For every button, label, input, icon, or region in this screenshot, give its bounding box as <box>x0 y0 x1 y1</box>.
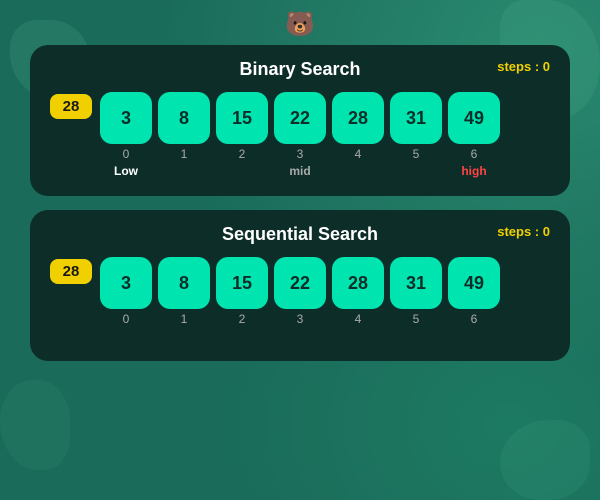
array-cell: 3 <box>100 92 152 144</box>
sequential-search-panel: Sequential Search steps : 0 28 308115222… <box>30 210 570 361</box>
array-item: 81 <box>158 257 210 343</box>
array-cell: 31 <box>390 92 442 144</box>
binary-search-target: 28 <box>50 94 92 119</box>
decoration-blob-br <box>500 420 590 500</box>
array-cell: 8 <box>158 92 210 144</box>
cell-index: 6 <box>471 312 478 326</box>
binary-search-array: 28 30Low81152223mid284315496high <box>50 88 550 178</box>
cell-label: high <box>461 164 486 178</box>
cell-index: 5 <box>413 312 420 326</box>
array-item: 81 <box>158 92 210 178</box>
cell-index: 6 <box>471 147 478 161</box>
cell-index: 3 <box>297 312 304 326</box>
array-item: 49 6 high <box>448 92 500 178</box>
bear-icon: 🐻 <box>285 10 315 39</box>
array-item: 223 <box>274 257 326 343</box>
array-cell: 31 <box>390 257 442 309</box>
array-cell: 28 <box>332 257 384 309</box>
cell-label: Low <box>114 164 138 178</box>
binary-search-title: Binary Search <box>50 59 550 80</box>
binary-search-steps: steps : 0 <box>497 59 550 74</box>
cell-index: 4 <box>355 312 362 326</box>
cell-index: 1 <box>181 312 188 326</box>
sequential-search-steps: steps : 0 <box>497 224 550 239</box>
array-item: 152 <box>216 92 268 178</box>
cell-index: 0 <box>123 147 130 161</box>
array-item: 496 <box>448 257 500 343</box>
cell-label: mid <box>289 164 310 178</box>
array-item: 152 <box>216 257 268 343</box>
array-cell: 49 <box>448 257 500 309</box>
array-cell: 49 <box>448 92 500 144</box>
array-item: 30 <box>100 257 152 343</box>
cell-index: 4 <box>355 147 362 161</box>
array-item: 22 3 mid <box>274 92 326 178</box>
sequential-search-title: Sequential Search <box>50 224 550 245</box>
binary-search-items: 30Low81152223mid284315496high <box>100 92 500 178</box>
array-cell: 15 <box>216 92 268 144</box>
sequential-search-array: 28 3081152223284315496 <box>50 253 550 343</box>
sequential-search-items: 3081152223284315496 <box>100 257 500 343</box>
array-item: 3 0 Low <box>100 92 152 178</box>
cell-index: 1 <box>181 147 188 161</box>
array-item: 284 <box>332 257 384 343</box>
cell-index: 3 <box>297 147 304 161</box>
cell-index: 0 <box>123 312 130 326</box>
cell-index: 2 <box>239 312 246 326</box>
array-item: 315 <box>390 257 442 343</box>
array-cell: 3 <box>100 257 152 309</box>
array-cell: 15 <box>216 257 268 309</box>
binary-search-panel: Binary Search steps : 0 28 30Low81152223… <box>30 45 570 196</box>
array-item: 284 <box>332 92 384 178</box>
array-cell: 8 <box>158 257 210 309</box>
decoration-blob-bl <box>0 380 70 470</box>
cell-index: 5 <box>413 147 420 161</box>
cell-index: 2 <box>239 147 246 161</box>
sequential-search-target: 28 <box>50 259 92 284</box>
array-cell: 22 <box>274 257 326 309</box>
array-cell: 28 <box>332 92 384 144</box>
array-item: 315 <box>390 92 442 178</box>
array-cell: 22 <box>274 92 326 144</box>
